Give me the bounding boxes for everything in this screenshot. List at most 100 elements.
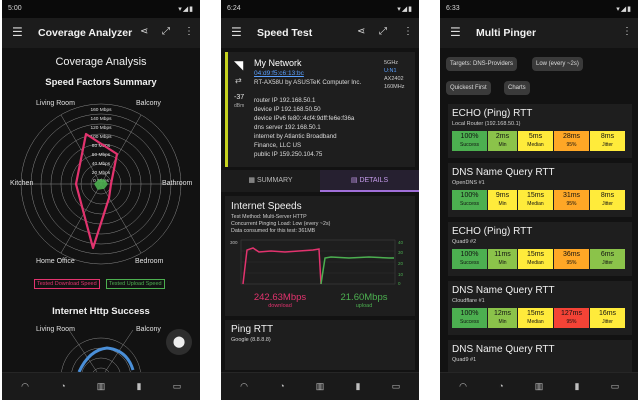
stat-value: 31ms [562, 192, 581, 199]
stat-cell: 36ms 95% [554, 249, 589, 269]
y-right-label: 0 [398, 281, 401, 286]
status-icons: ▾◢▮ [616, 6, 632, 13]
signal-strength: -37 [234, 94, 245, 101]
more-options-icon[interactable]: ⋮ [184, 26, 194, 37]
speed-factors-heading: Speed Factors Summary [45, 77, 157, 88]
tab-details-label: DETAILS [359, 177, 389, 184]
chart-tab-icon[interactable]: ▮ [349, 381, 367, 392]
dns-server: dns server 192.168.50.1 [254, 124, 321, 131]
stat-value: 36ms [562, 251, 581, 258]
charts-chip[interactable]: Charts [504, 81, 530, 95]
card-target: OpenDNS #1 [452, 180, 485, 186]
card-target: Cloudflare #1 [452, 298, 485, 304]
expand-icon[interactable]: ⤢ [162, 26, 170, 37]
stat-cell: 8ms Jitter [590, 131, 625, 151]
room-label-balcony: Balcony [136, 100, 161, 107]
stat-label: Median [527, 319, 544, 325]
stat-cell: 6ms Jitter [590, 249, 625, 269]
stat-cell: 15ms Median [518, 249, 553, 269]
bottom-navigation: ◠ ◔ ▥ ▮ ▭ [2, 372, 200, 400]
ring-label: 160 Mbps [90, 107, 112, 113]
card-title: ECHO (Ping) RTT [452, 226, 533, 237]
share-icon[interactable]: ⋖ [357, 26, 365, 37]
card-target: Quad9 #2 [452, 239, 477, 245]
network-card[interactable]: ◥ ⇄ -37 dBm My Network 04:d9:f5:c6:13:bc… [225, 52, 415, 167]
stat-label: 95% [566, 260, 577, 266]
devices-tab-icon[interactable]: ▭ [168, 381, 186, 392]
location-pin-icon: ⬤ [172, 336, 186, 348]
wifi-signal-icon: ◥ [234, 58, 244, 72]
isp-line-2: Finance, LLC US [254, 142, 302, 149]
menu-icon[interactable]: ☰ [450, 25, 461, 39]
speed-chart: 300 40 30 20 10 0 [230, 239, 404, 286]
stat-label: Min [498, 260, 507, 266]
wifi-tab-icon[interactable]: ◠ [454, 381, 472, 392]
speedometer-tab-icon[interactable]: ◔ [492, 381, 510, 391]
stat-value: 100% [460, 251, 479, 258]
ping-result-card[interactable]: DNS Name Query RTT OpenDNS #1 100% Success 9… [448, 163, 632, 217]
interval-chip[interactable]: Low (every ~2s) [532, 57, 583, 71]
signal-unit: dBm [234, 103, 245, 109]
ring-label: 140 Mbps [90, 116, 112, 122]
wifi-tab-icon[interactable]: ◠ [235, 381, 253, 392]
ping-load: Concurrent Pinging Load: Low (every ~2s) [231, 221, 331, 227]
ping-result-card[interactable]: DNS Name Query RTT Cloudflare #1 100% Succe… [448, 281, 632, 335]
channel-width: 160MHz [384, 84, 405, 90]
status-icons: ▾◢▮ [178, 6, 194, 13]
bottom-navigation: ◠ ◔ ▥ ▮ ▭ [221, 372, 419, 400]
stat-label: Jitter [602, 319, 613, 325]
chart-tab-icon[interactable]: ▮ [130, 381, 148, 392]
stat-cell: 100% Success [452, 249, 487, 269]
app-title: Coverage Analyzer [38, 27, 133, 39]
status-bar: 5:00 ▾◢▮ [2, 0, 200, 18]
room-label-home-office: Home Office [36, 258, 75, 265]
speedometer-tab-icon[interactable]: ◔ [54, 381, 72, 391]
chart-tab-icon[interactable]: ▮ [568, 381, 586, 392]
room-label-bathroom: Bathroom [162, 180, 193, 187]
stat-label: Min [498, 201, 507, 207]
stat-cell: 15ms Median [518, 190, 553, 210]
stat-value: 11ms [494, 251, 511, 258]
stat-value: 100% [460, 133, 479, 140]
ping-tab-icon[interactable]: ▥ [311, 381, 329, 392]
share-icon[interactable]: ⋖ [140, 26, 148, 37]
network-name: My Network [254, 58, 302, 68]
expand-icon[interactable]: ⤢ [379, 26, 387, 37]
app-title: Multi Pinger [476, 27, 537, 39]
stat-label: Jitter [602, 142, 613, 148]
stat-value: 2ms [495, 133, 510, 140]
bssid-link[interactable]: 04:d9:f5:c6:13:bc [254, 70, 304, 77]
ping-result-card[interactable]: ECHO (Ping) RTT Quad9 #2 100% Success 11ms Mi… [448, 222, 632, 276]
wifi-tab-icon[interactable]: ◠ [16, 381, 34, 392]
speedometer-tab-icon[interactable]: ◔ [273, 381, 291, 391]
sort-chip[interactable]: Quickest First [446, 81, 491, 95]
devices-tab-icon[interactable]: ▭ [387, 381, 405, 392]
stat-cell: 100% Success [452, 131, 487, 151]
stat-cell: 31ms 95% [554, 190, 589, 210]
status-time: 5:00 [8, 5, 22, 12]
tab-summary[interactable]: ▦ SUMMARY [221, 170, 320, 192]
location-fab[interactable]: ⬤ [166, 329, 192, 355]
more-options-icon[interactable]: ⋮ [403, 26, 413, 37]
ping-rtt-title: Ping RTT [231, 324, 274, 335]
ping-result-card[interactable]: ECHO (Ping) RTT Local Router (192.168.50.… [448, 104, 632, 158]
targets-chip[interactable]: Targets: DNS-Providers [446, 57, 518, 71]
phone-multi-pinger: 6:33 ▾◢▮ ☰ Multi Pinger ⋮ Targets: DNS-P… [440, 0, 638, 400]
stat-label: Jitter [602, 201, 613, 207]
ping-tab-icon[interactable]: ▥ [530, 381, 548, 392]
wifi-band: 5GHz [384, 60, 399, 66]
stat-value: 8ms [600, 133, 615, 140]
menu-icon[interactable]: ☰ [231, 25, 242, 39]
ping-tab-icon[interactable]: ▥ [92, 381, 110, 392]
upload-speed-shape [94, 179, 108, 190]
stat-value: 9ms [495, 192, 510, 199]
devices-tab-icon[interactable]: ▭ [606, 381, 624, 392]
tab-details[interactable]: ▤ DETAILS [320, 170, 419, 192]
menu-icon[interactable]: ☰ [12, 25, 23, 39]
stat-label: Success [460, 319, 479, 325]
status-time: 6:33 [446, 5, 460, 12]
stat-label: 95% [566, 201, 577, 207]
stat-value: 15ms [526, 310, 545, 317]
card-title: ECHO (Ping) RTT [452, 108, 533, 119]
more-options-icon[interactable]: ⋮ [622, 26, 632, 37]
